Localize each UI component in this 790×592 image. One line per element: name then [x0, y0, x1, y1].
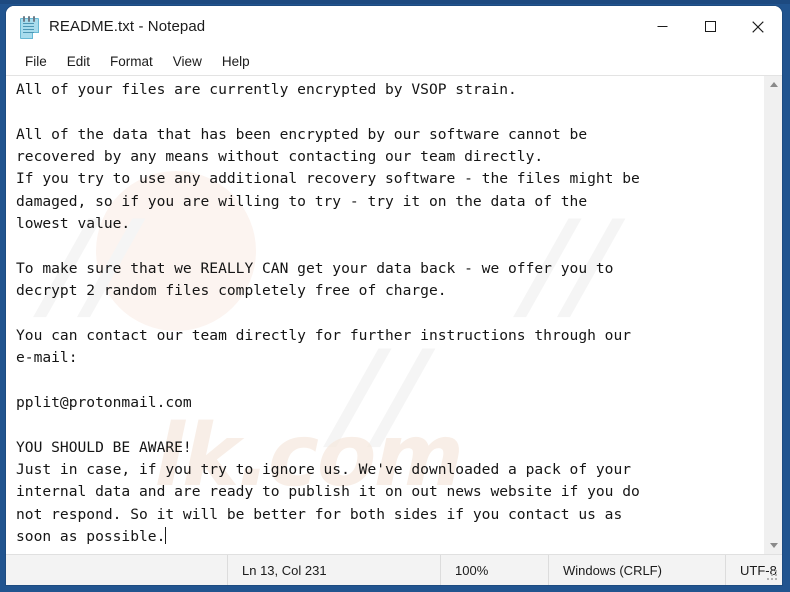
menu-item-view[interactable]: View: [163, 51, 212, 72]
scroll-up-arrow[interactable]: [765, 76, 782, 93]
editor-area: // // // lk.com All of your files are cu…: [6, 76, 782, 554]
status-line-ending[interactable]: Windows (CRLF): [548, 555, 725, 585]
minimize-button[interactable]: [638, 6, 686, 47]
scrollbar-thumb[interactable]: [765, 93, 782, 537]
title-bar-left: README.txt - Notepad: [6, 15, 206, 39]
text-editor[interactable]: All of your files are currently encrypte…: [6, 76, 764, 554]
text-caret: [165, 526, 167, 544]
notepad-icon: [19, 15, 39, 39]
scroll-down-arrow[interactable]: [765, 537, 782, 554]
menu-item-edit[interactable]: Edit: [57, 51, 100, 72]
maximize-button[interactable]: [686, 6, 734, 47]
status-bar: Ln 13, Col 231 100% Windows (CRLF) UTF-8: [6, 554, 782, 585]
menu-bar: File Edit Format View Help: [6, 47, 782, 76]
close-button[interactable]: [734, 6, 782, 47]
editor-text-content: All of your files are currently encrypte…: [16, 81, 640, 545]
status-bar-spacer: [6, 555, 227, 585]
notepad-window: README.txt - Notepad File Edit Format Vi…: [6, 6, 782, 585]
menu-item-format[interactable]: Format: [100, 51, 163, 72]
scrollbar-track[interactable]: [765, 93, 782, 537]
caption-buttons: [638, 6, 782, 47]
status-zoom-level[interactable]: 100%: [440, 555, 548, 585]
menu-item-file[interactable]: File: [15, 51, 57, 72]
status-encoding[interactable]: UTF-8: [725, 555, 782, 585]
menu-item-help[interactable]: Help: [212, 51, 260, 72]
vertical-scrollbar[interactable]: [764, 76, 782, 554]
desktop-background: README.txt - Notepad File Edit Format Vi…: [0, 0, 790, 592]
title-bar[interactable]: README.txt - Notepad: [6, 6, 782, 47]
status-cursor-position[interactable]: Ln 13, Col 231: [227, 555, 440, 585]
window-title: README.txt - Notepad: [49, 18, 206, 35]
